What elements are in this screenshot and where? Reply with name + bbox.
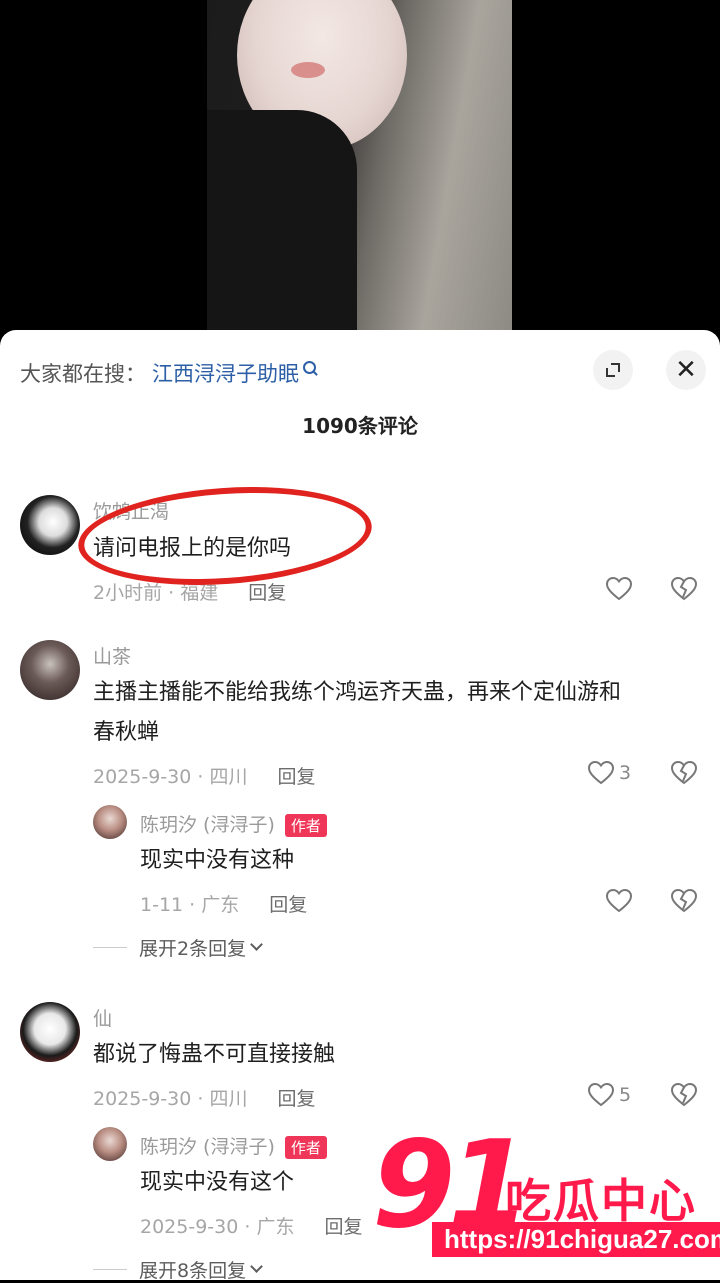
author-badge: 作者 xyxy=(284,1136,327,1159)
reply-username[interactable]: 陈玥汐 (浔浔子) 作者 xyxy=(140,1132,327,1159)
avatar[interactable] xyxy=(20,495,80,555)
comment-time-location: 2025-9-30 · 四川 xyxy=(93,1088,248,1110)
reply-meta: 1-11 · 广东 回复 xyxy=(140,890,307,917)
reply-meta: 2025-9-30 · 广东 回复 xyxy=(140,1212,362,1239)
broken-heart-icon[interactable] xyxy=(671,577,697,601)
like-count: 5 xyxy=(619,1084,632,1106)
reply-text: 现实中没有这个 xyxy=(140,1170,295,1195)
heart-icon[interactable] xyxy=(588,1083,614,1107)
search-icon xyxy=(303,360,316,374)
broken-heart-icon[interactable] xyxy=(671,761,697,785)
comment-meta: 2025-9-30 · 四川 回复 xyxy=(93,762,315,789)
heart-icon[interactable] xyxy=(606,577,632,601)
reply-button[interactable]: 回复 xyxy=(269,890,307,917)
video-player[interactable] xyxy=(0,0,720,340)
chevron-down-icon xyxy=(250,938,263,951)
reply-button[interactable]: 回复 xyxy=(324,1212,362,1239)
expand-replies-button[interactable]: 展开8条回复 xyxy=(93,1256,263,1283)
trending-search-prefix: 大家都在搜： xyxy=(20,362,146,386)
video-subject-lips xyxy=(291,62,325,78)
expand-replies-label[interactable]: 展开8条回复 xyxy=(139,1256,246,1283)
video-frame xyxy=(207,0,512,340)
close-icon: ✕ xyxy=(675,355,697,385)
reply-time-location: 2025-9-30 · 广东 xyxy=(140,1216,295,1238)
expand-replies-label[interactable]: 展开2条回复 xyxy=(139,934,246,961)
reply-username-text[interactable]: 陈玥汐 (浔浔子) xyxy=(140,1136,275,1158)
comment-count: 1090条评论 xyxy=(302,414,418,438)
reply-button[interactable]: 回复 xyxy=(277,1084,315,1111)
reply-username[interactable]: 陈玥汐 (浔浔子) 作者 xyxy=(140,810,327,837)
like-count: 3 xyxy=(619,762,632,784)
reply-username-text[interactable]: 陈玥汐 (浔浔子) xyxy=(140,814,275,836)
comment-meta: 2025-9-30 · 四川 回复 xyxy=(93,1084,315,1111)
comment-text: 都说了悔蛊不可直接接触 xyxy=(93,1042,336,1067)
chevron-down-icon xyxy=(250,1260,263,1273)
close-button[interactable]: ✕ xyxy=(666,350,706,390)
comment-username[interactable]: 仙 xyxy=(93,1004,112,1031)
expand-replies-button[interactable]: 展开2条回复 xyxy=(93,934,263,961)
comment-text-line: 春秋蝉 xyxy=(93,720,160,745)
avatar[interactable] xyxy=(93,805,127,839)
comment-username[interactable]: 山茶 xyxy=(93,642,131,669)
video-subject-hair xyxy=(207,110,357,340)
author-badge: 作者 xyxy=(284,814,327,837)
trending-search[interactable]: 大家都在搜： 江西浔浔子助眠 xyxy=(20,355,316,391)
divider-line xyxy=(93,947,127,948)
fullscreen-button[interactable] xyxy=(593,350,633,390)
avatar[interactable] xyxy=(93,1127,127,1161)
heart-icon[interactable] xyxy=(588,761,614,785)
avatar[interactable] xyxy=(20,1002,80,1062)
reply-button[interactable]: 回复 xyxy=(277,762,315,789)
avatar[interactable] xyxy=(20,640,80,700)
heart-icon[interactable] xyxy=(606,889,632,913)
trending-search-term[interactable]: 江西浔浔子助眠 xyxy=(152,358,299,388)
reply-time-location: 1-11 · 广东 xyxy=(140,894,240,916)
comment-text-line: 主播主播能不能给我练个鸿运齐天蛊，再来个定仙游和 xyxy=(93,680,622,705)
reply-text: 现实中没有这种 xyxy=(140,848,295,873)
broken-heart-icon[interactable] xyxy=(671,1083,697,1107)
comment-time-location: 2025-9-30 · 四川 xyxy=(93,766,248,788)
reply-button[interactable]: 回复 xyxy=(248,578,286,605)
watermark-url: https://91chigua27.com xyxy=(432,1222,720,1257)
expand-icon xyxy=(606,363,620,377)
broken-heart-icon[interactable] xyxy=(671,889,697,913)
divider-line xyxy=(93,1269,127,1270)
